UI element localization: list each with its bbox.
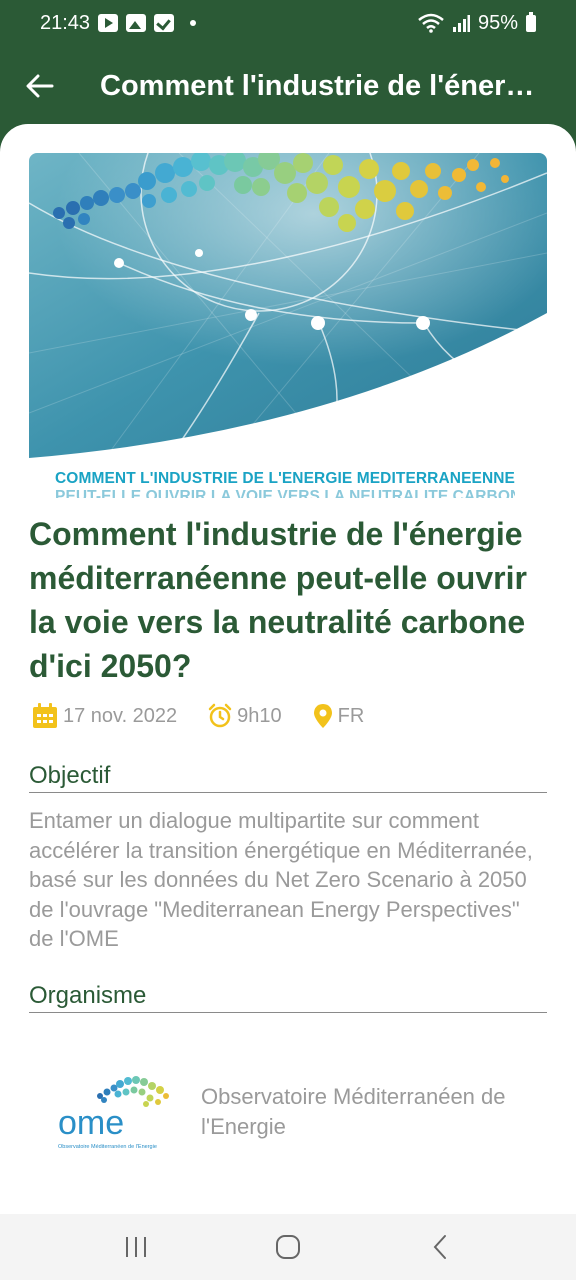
event-time: 9h10 [207, 703, 282, 729]
youtube-icon [98, 14, 119, 32]
notification-dot-icon [190, 20, 197, 26]
chevron-left-icon [433, 1235, 446, 1259]
signal-icon [452, 15, 470, 32]
recent-apps-button[interactable] [106, 1222, 166, 1272]
event-language: FR [312, 703, 365, 729]
objectif-heading: Objectif [29, 762, 547, 793]
event-time-text: 9h10 [237, 704, 282, 727]
recent-apps-icon [126, 1237, 146, 1257]
banner-caption: COMMENT L'INDUSTRIE DE L'ENERGIE MEDITER… [55, 470, 515, 498]
system-back-button[interactable] [410, 1222, 470, 1272]
system-navigation-bar [0, 1214, 576, 1280]
gallery-icon [126, 14, 147, 32]
battery-percent: 95% [477, 11, 518, 34]
home-button[interactable] [258, 1222, 318, 1272]
event-date-text: 17 nov. 2022 [63, 704, 178, 727]
home-icon [276, 1235, 300, 1259]
battery-icon [526, 11, 536, 32]
location-pin-icon [313, 704, 332, 728]
event-title: Comment l'industrie de l'énergie méditer… [29, 516, 527, 684]
event-banner-image [29, 153, 547, 498]
organisation-name: Observatoire Méditerranéen de l'Energie [201, 1084, 506, 1139]
status-left: 21:43 [40, 11, 197, 35]
wifi-icon [418, 13, 444, 33]
event-meta: 17 nov. 2022 9h10 FR [31, 702, 394, 730]
back-button[interactable] [0, 46, 80, 126]
banner-caption-line1: COMMENT L'INDUSTRIE DE L'ENERGIE MEDITER… [55, 470, 515, 487]
event-language-text: FR [337, 704, 365, 727]
ome-logo-subtext: Observatoire Méditerranéen de l'Energie [58, 1144, 157, 1150]
organisme-heading: Organisme [29, 982, 547, 1013]
check-icon [154, 14, 175, 32]
app-bar-title: Comment l'industrie de l'énergi… [100, 69, 550, 102]
banner-caption-line2: PEUT-ELLE OUVRIR LA VOIE VERS LA NEUTRAL… [55, 488, 515, 498]
arrow-left-icon [26, 74, 54, 98]
app-bar: Comment l'industrie de l'énergi… [0, 46, 576, 126]
organisation-logo: ome Observatoire Méditerranéen de l'Ener… [56, 1072, 176, 1152]
status-time: 21:43 [40, 11, 91, 34]
alarm-clock-icon [208, 703, 232, 728]
event-date: 17 nov. 2022 [31, 702, 177, 730]
content-card: COMMENT L'INDUSTRIE DE L'ENERGIE MEDITER… [0, 124, 576, 1214]
calendar-icon [33, 703, 57, 728]
status-bar: 21:43 95% [0, 0, 576, 46]
objectif-text: Entamer un dialogue multipartite sur com… [29, 808, 533, 951]
status-right: 95% [418, 11, 536, 35]
ome-logo-text: ome [58, 1104, 124, 1142]
